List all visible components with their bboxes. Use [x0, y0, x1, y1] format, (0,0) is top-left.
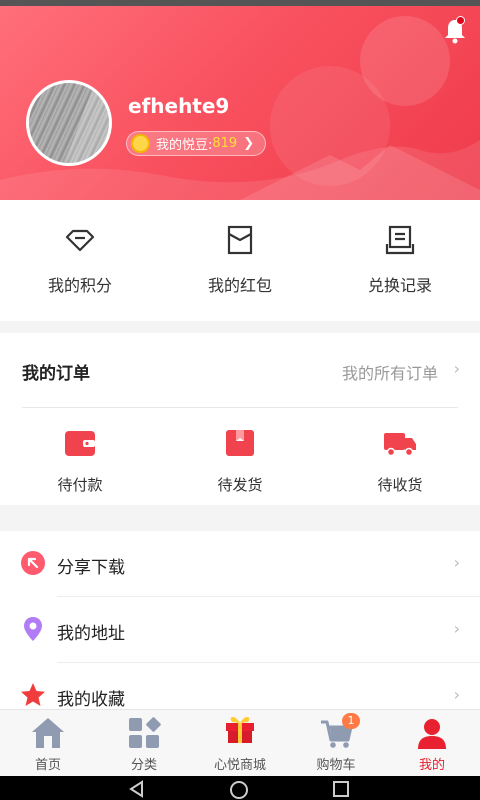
recents-icon[interactable]: [332, 780, 350, 798]
menu-item-label: 分享下载: [57, 558, 125, 578]
quick-link-label: 我的红包: [207, 276, 272, 295]
coin-icon: [131, 134, 150, 153]
tab-category[interactable]: 分类: [96, 710, 192, 777]
system-nav-bar: [0, 776, 480, 800]
tab-home[interactable]: 首页: [0, 710, 96, 777]
username: efhehte9: [128, 94, 230, 118]
beans-value: 819: [212, 136, 238, 151]
gift-box-icon: [226, 716, 254, 743]
menu-item-label: 我的收藏: [57, 690, 125, 709]
pending-payment-button[interactable]: 待付款: [0, 408, 160, 505]
home-icon: [32, 718, 64, 748]
cart-badge: 1: [342, 713, 360, 729]
diamond-icon: [65, 229, 95, 252]
beans-pill[interactable]: 我的悦豆: 819 ❯: [126, 131, 266, 156]
pending-shipment-button[interactable]: 待发货: [160, 408, 320, 505]
order-status-label: 待收货: [377, 476, 423, 494]
tab-label: 购物车: [316, 758, 356, 773]
tab-cart[interactable]: 1 购物车: [288, 710, 384, 777]
bottom-tab-bar: 首页 分类 心悦商城 1 购物车 我的: [0, 709, 480, 776]
beans-label: 我的悦豆:: [156, 138, 213, 153]
points-link[interactable]: 我的积分: [0, 200, 160, 321]
menu-item-favorites[interactable]: 我的收藏 ›: [0, 663, 480, 709]
order-status-label: 待付款: [57, 476, 103, 494]
tab-label: 分类: [130, 758, 157, 773]
notification-bell-icon[interactable]: [440, 16, 470, 46]
home-circle-icon[interactable]: [229, 780, 249, 800]
menu-item-address[interactable]: 我的地址 ›: [0, 597, 480, 663]
category-icon: [129, 717, 161, 748]
chevron-right-icon: ›: [453, 685, 460, 704]
quick-link-label: 兑换记录: [367, 276, 432, 295]
tab-label: 首页: [34, 758, 61, 773]
chevron-right-icon: ❯: [243, 136, 255, 151]
profile-header: efhehte9 我的悦豆: 819 ❯: [0, 6, 480, 200]
all-orders-link[interactable]: 我的所有订单: [342, 360, 438, 384]
quick-link-label: 我的积分: [47, 276, 112, 295]
location-pin-icon: [24, 617, 42, 641]
star-icon: [21, 683, 45, 706]
record-tray-icon: [385, 225, 415, 255]
menu-list: 分享下载 › 我的地址 › 我的收藏 ›: [0, 531, 480, 709]
tab-mall[interactable]: 心悦商城: [192, 710, 288, 777]
pending-receipt-button[interactable]: 待收货: [320, 408, 480, 505]
chevron-right-icon: ›: [453, 553, 460, 572]
orders-card: 我的订单 我的所有订单 › 待付款 待发货 待收货: [0, 333, 480, 505]
share-arrow-icon: [21, 551, 45, 575]
wallet-icon: [65, 431, 95, 456]
envelope-icon: [227, 225, 253, 255]
order-status-label: 待发货: [217, 476, 263, 494]
avatar[interactable]: [26, 80, 112, 166]
notification-dot: [456, 16, 465, 25]
user-icon: [418, 719, 446, 749]
tab-label: 心悦商城: [213, 758, 266, 773]
truck-icon: [384, 433, 416, 457]
menu-item-label: 我的地址: [57, 624, 125, 644]
package-icon: [226, 430, 254, 456]
red-packet-link[interactable]: 我的红包: [160, 200, 320, 321]
orders-title: 我的订单: [22, 364, 90, 384]
tab-label: 我的: [418, 758, 445, 773]
chevron-right-icon: ›: [453, 619, 460, 638]
menu-item-share[interactable]: 分享下载 ›: [0, 531, 480, 597]
quick-links: 我的积分 我的红包 兑换记录: [0, 200, 480, 321]
back-icon[interactable]: [128, 780, 146, 798]
chevron-right-icon[interactable]: ›: [454, 359, 460, 378]
exchange-record-link[interactable]: 兑换记录: [320, 200, 480, 321]
tab-mine[interactable]: 我的: [384, 710, 480, 777]
